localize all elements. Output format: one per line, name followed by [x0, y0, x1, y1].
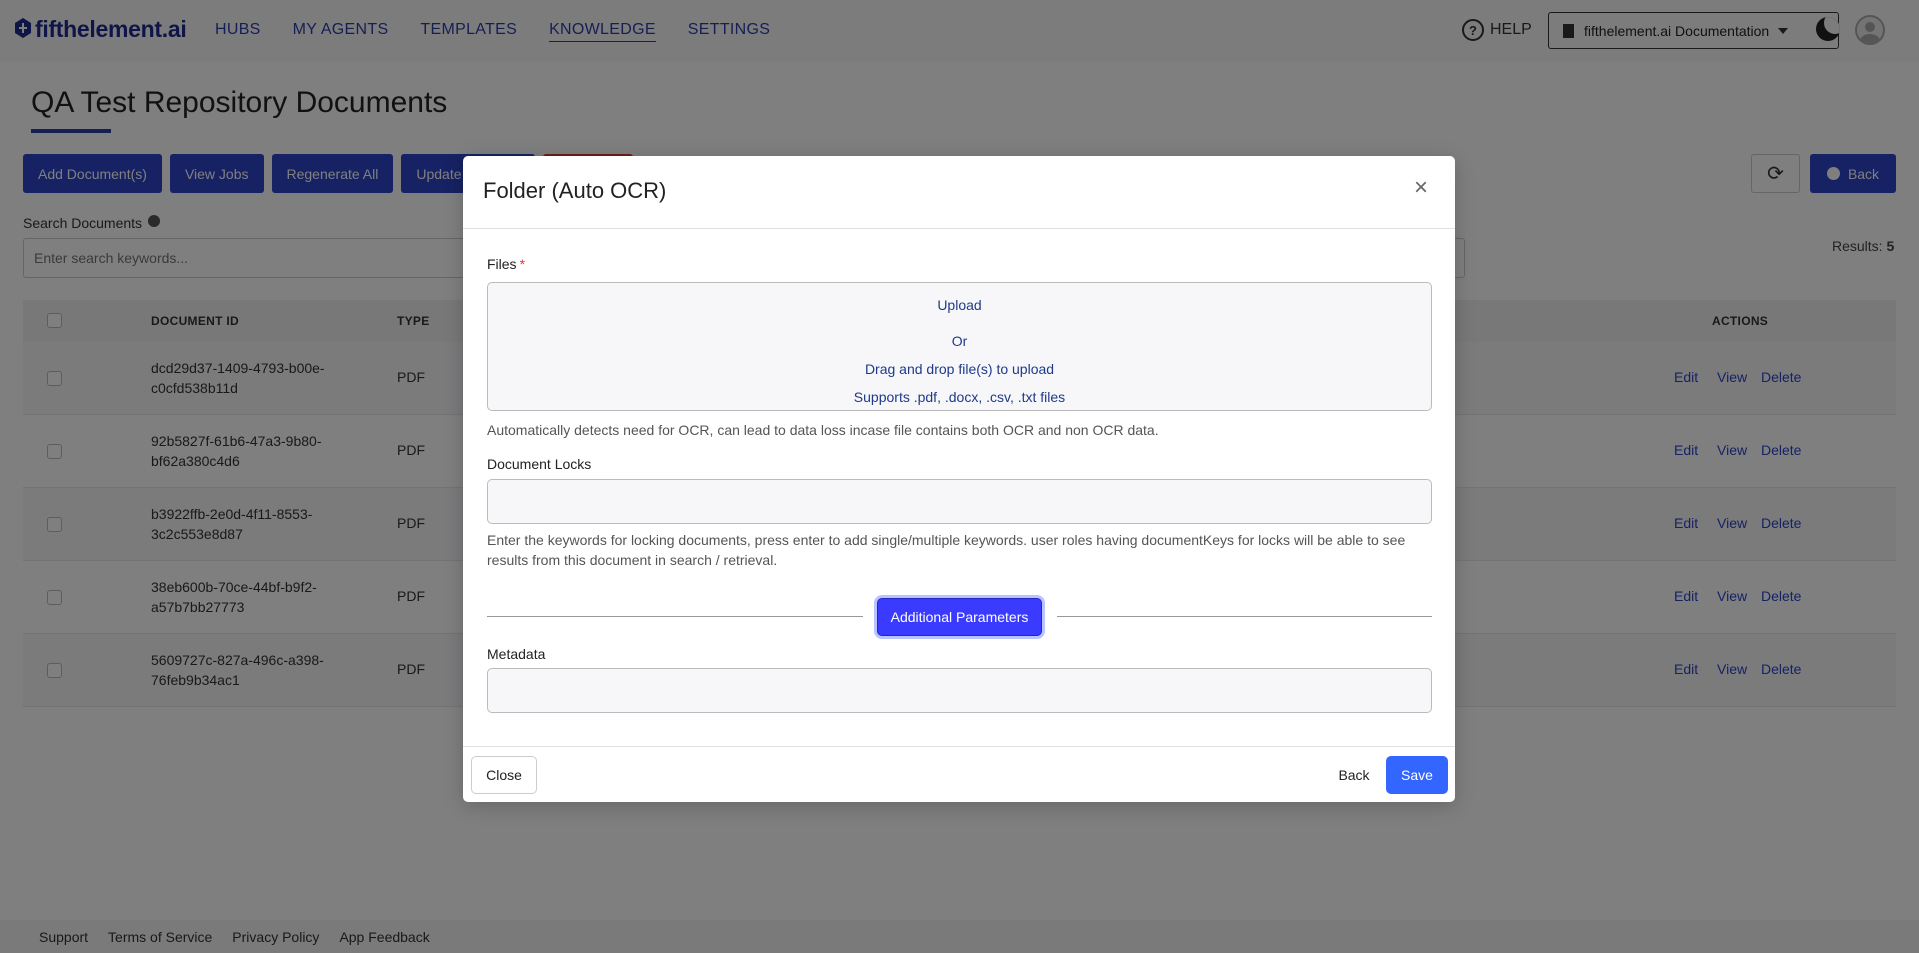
file-dropzone[interactable]: Upload Or Drag and drop file(s) to uploa…: [487, 282, 1432, 411]
dropzone-supported-types: Supports .pdf, .docx, .csv, .txt files: [853, 389, 1066, 405]
divider-right: [1057, 616, 1432, 617]
dropzone-or: Or: [951, 333, 968, 349]
document-locks-label: Document Locks: [487, 456, 592, 472]
modal-title: Folder (Auto OCR): [483, 178, 667, 203]
required-marker: *: [519, 256, 526, 272]
save-button[interactable]: Save: [1386, 756, 1448, 794]
close-button[interactable]: Close: [471, 756, 537, 794]
metadata-input[interactable]: [487, 668, 1432, 713]
metadata-label: Metadata: [487, 646, 546, 662]
divider-left: [487, 616, 863, 617]
document-locks-input[interactable]: [487, 479, 1432, 524]
folder-upload-modal: Folder (Auto OCR) × Files * Upload Or Dra…: [463, 156, 1455, 802]
upload-link[interactable]: Upload: [488, 297, 1431, 313]
ocr-hint: Automatically detects need for OCR, can …: [487, 422, 1159, 438]
modal-footer: Close Back Save: [463, 746, 1455, 802]
dropzone-drag-text: Drag and drop file(s) to upload: [864, 361, 1055, 377]
close-icon[interactable]: ×: [1411, 176, 1431, 200]
modal-header: Folder (Auto OCR) ×: [463, 156, 1455, 229]
files-label: Files *: [487, 256, 526, 272]
additional-parameters-button[interactable]: Additional Parameters: [877, 598, 1042, 636]
document-locks-hint: Enter the keywords for locking documents…: [487, 532, 1406, 568]
back-button[interactable]: Back: [1324, 756, 1384, 794]
